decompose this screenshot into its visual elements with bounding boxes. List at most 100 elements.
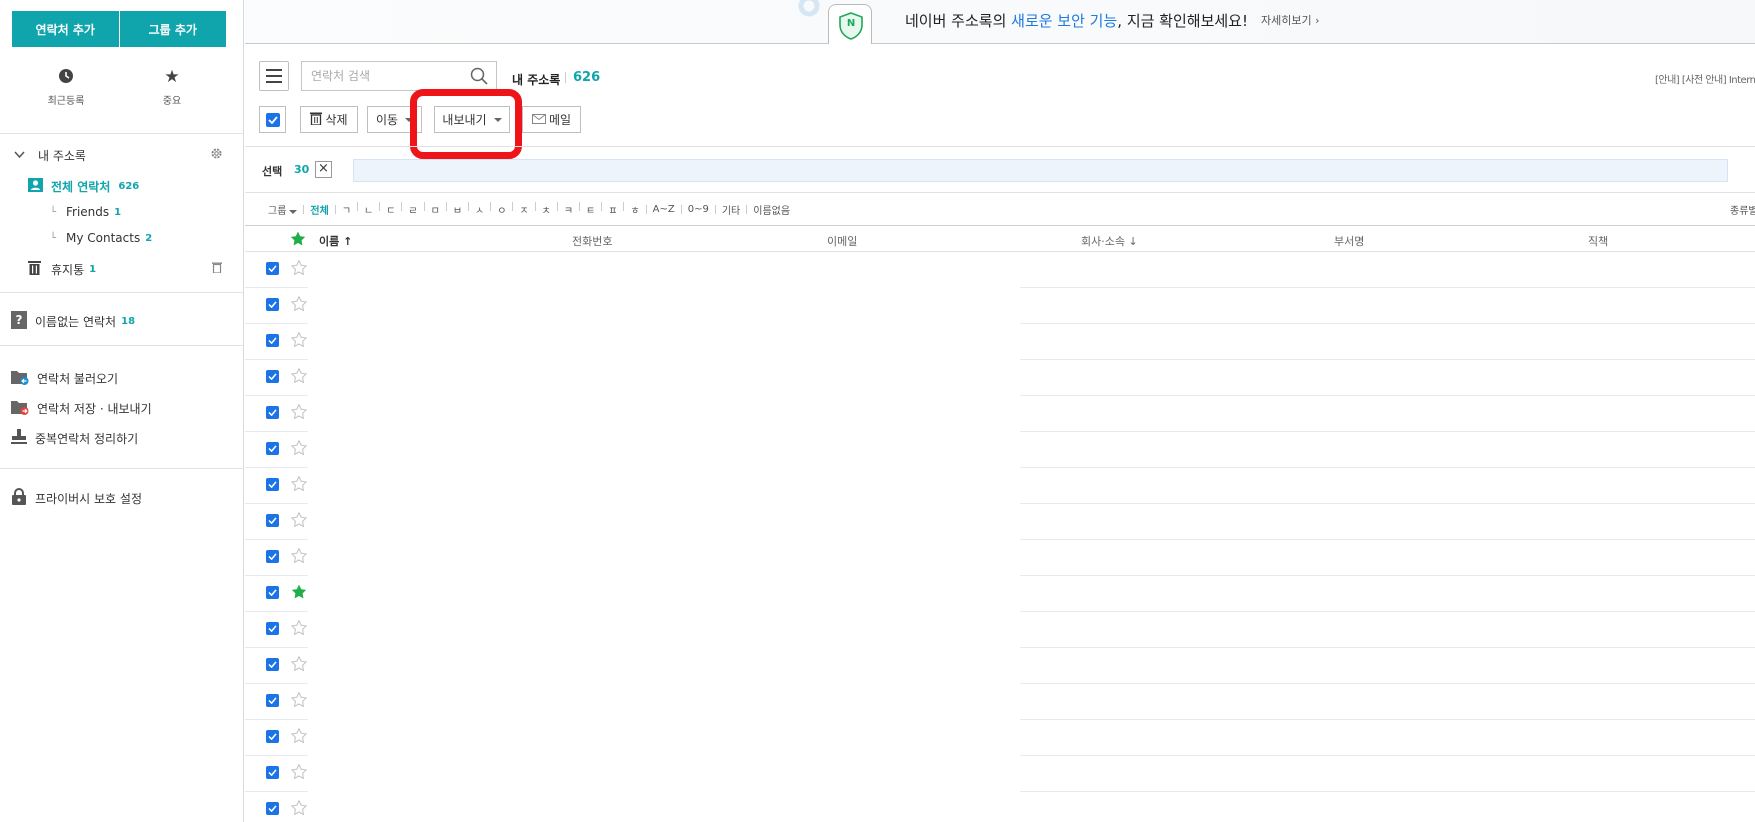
sidebar-item-trash[interactable]: 휴지통 1	[0, 258, 243, 280]
filter-letter[interactable]: ㅊ	[538, 202, 555, 217]
select-all-checkbox[interactable]	[259, 106, 286, 133]
import-label: 연락처 불러오기	[37, 371, 119, 386]
sidebar-item-unnamed[interactable]: ? 이름없는 연락처 18	[0, 310, 243, 332]
add-group-button[interactable]: 그룹 추가	[118, 11, 226, 47]
mail-button[interactable]: 메일	[522, 106, 581, 133]
filter-letter[interactable]: ㅅ	[471, 202, 488, 217]
column-company[interactable]: 회사·소속 ↓	[1081, 233, 1138, 249]
star-outline-icon[interactable]	[290, 763, 308, 783]
favorite-label: 중요	[162, 96, 182, 107]
row-checkbox[interactable]	[266, 298, 279, 311]
filter-letter[interactable]: ㅌ	[582, 202, 599, 217]
star-outline-icon[interactable]	[290, 655, 308, 675]
star-outline-icon[interactable]	[290, 259, 308, 279]
filter-letter[interactable]: ㅂ	[449, 202, 466, 217]
star-outline-icon[interactable]	[290, 475, 308, 495]
sidebar-item-all-contacts[interactable]: 전체 연락처 626	[0, 175, 243, 197]
star-outline-icon[interactable]	[290, 331, 308, 351]
filter-letter[interactable]: ㅈ	[515, 202, 532, 217]
divider	[512, 201, 514, 211]
promo-banner[interactable]: N 네이버 주소록의 새로운 보안 기능, 지금 확인해보세요! 자세히보기 ›	[245, 0, 1755, 44]
filter-letter[interactable]: ㄴ	[360, 202, 377, 217]
search-icon[interactable]	[470, 67, 488, 89]
filter-letter[interactable]: ㄱ	[338, 202, 355, 217]
delete-button[interactable]: 삭제	[300, 106, 358, 133]
filter-noname[interactable]: 이름없음	[749, 202, 794, 217]
row-checkbox[interactable]	[266, 262, 279, 275]
checkmark-icon	[266, 586, 279, 599]
group-name: Friends	[66, 205, 110, 219]
filter-letter[interactable]: ㄹ	[404, 202, 421, 217]
checkmark-icon	[266, 262, 279, 275]
star-outline-icon[interactable]	[290, 367, 308, 387]
star-outline-icon[interactable]	[290, 619, 308, 639]
banner-text-end: , 지금 확인해보세요!	[1117, 12, 1248, 30]
row-checkbox[interactable]	[266, 730, 279, 743]
sidebar-item-my-contacts[interactable]: └ My Contacts 2	[0, 227, 243, 249]
star-filled-icon[interactable]	[291, 584, 307, 603]
privacy-label: 프라이버시 보호 설정	[35, 491, 142, 506]
unnamed-label: 이름없는 연락처	[35, 314, 117, 329]
row-checkbox[interactable]	[266, 370, 279, 383]
star-outline-icon[interactable]	[290, 295, 308, 315]
gear-icon[interactable]	[210, 147, 223, 163]
filter-digits[interactable]: 0~9	[684, 204, 713, 215]
star-outline-icon[interactable]	[290, 511, 308, 531]
star-outline-icon[interactable]	[290, 547, 308, 567]
sidebar-item-import[interactable]: 연락처 불러오기	[0, 367, 243, 389]
close-selection-button[interactable]: ×	[315, 161, 332, 178]
divider	[623, 201, 625, 211]
filter-letter[interactable]: ㅁ	[427, 202, 444, 217]
star-outline-icon[interactable]	[290, 691, 308, 711]
sidebar-item-dedupe[interactable]: 중복연락처 정리하기	[0, 427, 243, 449]
row-checkbox[interactable]	[266, 442, 279, 455]
my-address-book-header[interactable]: 내 주소록	[0, 144, 243, 166]
filter-letter[interactable]: ㅋ	[560, 202, 577, 217]
menu-button[interactable]	[259, 61, 289, 91]
banner-more-link[interactable]: 자세히보기 ›	[1261, 12, 1320, 28]
divider	[0, 133, 243, 134]
filter-letter[interactable]: ㄷ	[382, 202, 399, 217]
row-checkbox[interactable]	[266, 478, 279, 491]
divider	[746, 204, 748, 214]
sidebar-item-friends[interactable]: └ Friends 1	[0, 201, 243, 223]
row-checkbox[interactable]	[266, 406, 279, 419]
sort-dropdown[interactable]: 종류별	[1730, 202, 1755, 217]
sidebar-item-privacy[interactable]: 프라이버시 보호 설정	[0, 487, 243, 509]
row-checkbox[interactable]	[266, 694, 279, 707]
banner-text-highlight: 새로운 보안 기능	[1011, 12, 1118, 30]
star-outline-icon[interactable]	[290, 403, 308, 423]
notice-link[interactable]: [안내] [사전 안내] Internet	[1655, 71, 1755, 86]
row-checkbox[interactable]	[266, 550, 279, 563]
filter-az[interactable]: A~Z	[649, 204, 679, 215]
star-outline-icon[interactable]	[290, 727, 308, 747]
search-input[interactable]	[302, 62, 462, 90]
row-checkbox[interactable]	[266, 514, 279, 527]
trash-icon	[310, 112, 323, 128]
chevron-down-icon	[14, 148, 38, 162]
filter-all[interactable]: 전체	[306, 202, 332, 217]
star-outline-icon[interactable]	[290, 799, 308, 819]
row-checkbox[interactable]	[266, 766, 279, 779]
recent-button[interactable]: 최근등록	[26, 68, 106, 107]
stamp-icon	[11, 428, 27, 448]
filter-letter[interactable]: ㅇ	[493, 202, 510, 217]
favorite-button[interactable]: ★ 중요	[132, 68, 212, 107]
row-checkbox[interactable]	[266, 334, 279, 347]
empty-trash-icon[interactable]	[212, 262, 222, 276]
checkmark-icon	[266, 730, 279, 743]
filter-other[interactable]: 기타	[718, 202, 744, 217]
add-contact-button[interactable]: 연락처 추가	[12, 11, 119, 47]
star-outline-icon[interactable]	[290, 439, 308, 459]
star-icon[interactable]	[290, 231, 306, 250]
group-filter-dropdown[interactable]: 그룹	[264, 202, 301, 217]
checkmark-icon	[266, 298, 279, 311]
row-checkbox[interactable]	[266, 802, 279, 815]
row-checkbox[interactable]	[266, 658, 279, 671]
row-checkbox[interactable]	[266, 622, 279, 635]
column-name[interactable]: 이름 ↑	[319, 233, 352, 249]
row-checkbox[interactable]	[266, 586, 279, 599]
filter-letter[interactable]: ㅍ	[604, 202, 621, 217]
sidebar-item-export[interactable]: 연락처 저장 · 내보내기	[0, 397, 243, 419]
filter-letter[interactable]: ㅎ	[626, 202, 643, 217]
